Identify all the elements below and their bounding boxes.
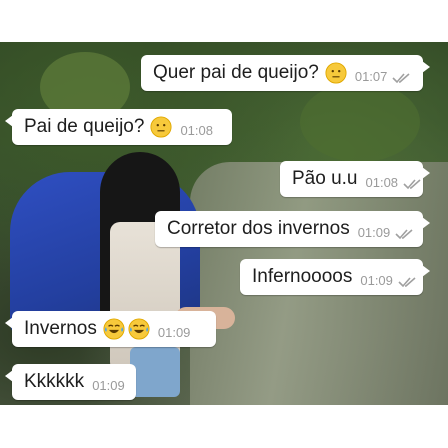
message-incoming[interactable]: Kkkkkk 01:09 bbox=[5, 364, 136, 400]
foliage bbox=[300, 82, 420, 162]
neutral-face-icon bbox=[325, 62, 347, 84]
message-time: 01:09 bbox=[92, 378, 125, 393]
message-text: Kkkkkk bbox=[24, 371, 85, 392]
neutral-face-icon bbox=[150, 116, 172, 138]
message-incoming[interactable]: Pai de queijo? 01:08 bbox=[5, 109, 232, 145]
message-time: 01:09 bbox=[360, 273, 393, 288]
message-text: Corretor dos invernos bbox=[167, 218, 350, 239]
message-time: 01:08 bbox=[365, 175, 399, 190]
message-incoming[interactable]: Invernos 01:09 bbox=[5, 311, 216, 347]
tears-of-joy-icon bbox=[128, 318, 150, 340]
message-text: Pão u.u bbox=[292, 168, 358, 189]
message-outgoing[interactable]: Quer pai de queijo? 01:07 bbox=[141, 55, 430, 91]
read-ticks-icon bbox=[395, 228, 415, 240]
read-ticks-icon bbox=[403, 178, 423, 190]
read-ticks-icon bbox=[392, 72, 412, 84]
message-time: 01:07 bbox=[354, 69, 388, 84]
message-time: 01:09 bbox=[157, 325, 191, 340]
read-ticks-icon bbox=[398, 276, 418, 288]
message-text: Pai de queijo? bbox=[24, 116, 145, 137]
message-text: Invernos bbox=[24, 318, 97, 339]
message-outgoing[interactable]: Infernoooos 01:09 bbox=[240, 259, 430, 295]
message-time: 01:09 bbox=[357, 225, 391, 240]
tears-of-joy-icon bbox=[103, 318, 125, 340]
message-outgoing[interactable]: Corretor dos invernos 01:09 bbox=[155, 211, 430, 247]
person-shorts bbox=[130, 347, 180, 397]
message-outgoing[interactable]: Pão u.u 01:08 bbox=[280, 161, 430, 197]
message-text: Infernoooos bbox=[252, 266, 353, 287]
message-text: Quer pai de queijo? bbox=[153, 62, 319, 83]
message-time: 01:08 bbox=[180, 123, 213, 138]
